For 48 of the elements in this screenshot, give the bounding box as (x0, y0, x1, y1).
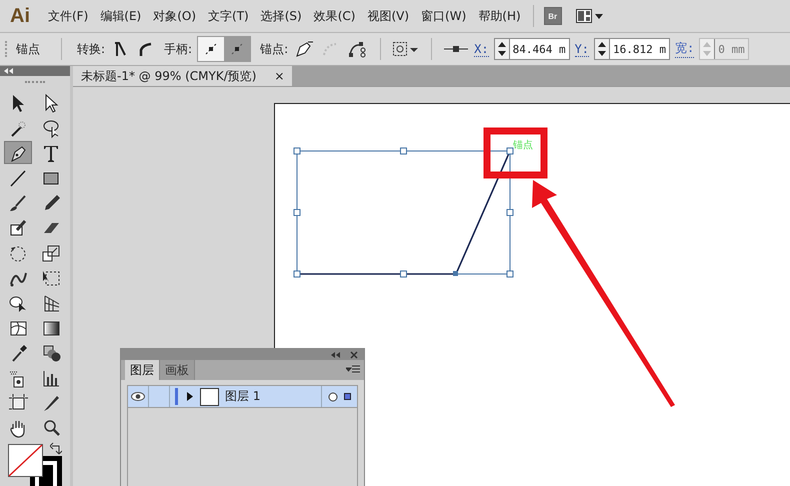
menu-item[interactable]: 编辑(E) (94, 8, 148, 24)
collapse-icon[interactable] (331, 352, 341, 358)
x-field[interactable]: 84.464 m (494, 38, 570, 60)
selected-shape-drawing[interactable] (294, 148, 514, 278)
pen-minus-icon[interactable] (293, 39, 316, 59)
menu-item[interactable]: 帮助(H) (472, 8, 527, 24)
isolate-dropdown-icon[interactable] (392, 40, 420, 58)
menu-item[interactable]: 文字(T) (202, 8, 255, 24)
collapse-icon[interactable] (4, 68, 14, 74)
bridge-button[interactable]: Br (544, 7, 562, 25)
convert-label: 转换: (77, 40, 106, 58)
swap-arrows-icon[interactable] (50, 442, 62, 456)
target-circle-icon[interactable] (328, 392, 338, 402)
close-icon[interactable] (350, 350, 358, 358)
document-tab[interactable]: 未标题-1* @ 99% (CMYK/预览) × (73, 66, 292, 86)
highlight-frame (484, 128, 548, 178)
stepper-arrows-icon[interactable] (597, 40, 608, 58)
layer-row[interactable]: 图层 1 (128, 386, 357, 408)
eye-icon[interactable] (131, 392, 145, 401)
menu-item[interactable]: 文件(F) (42, 8, 94, 24)
menu-item[interactable]: 对象(O) (147, 8, 202, 24)
show-handles-button[interactable] (198, 37, 224, 61)
handles-label: 手柄: (164, 40, 192, 58)
reference-point-icon[interactable] (443, 44, 470, 54)
close-tab-button[interactable]: × (274, 69, 284, 83)
anchor-hint-label: 锚点 (513, 138, 533, 152)
panel-tab[interactable]: 画板 (160, 360, 195, 380)
menu-item[interactable]: 效果(C) (308, 8, 362, 24)
pen-nib-icon[interactable] (4, 141, 32, 164)
y-label: Y: (574, 42, 590, 56)
layer-name: 图层 1 (225, 388, 260, 405)
app-logo: Ai (10, 4, 30, 28)
width-label: 宽: (675, 40, 694, 58)
hide-handles-button[interactable] (224, 37, 250, 61)
workspace-layout-icon[interactable] (576, 9, 604, 23)
panel-tab[interactable]: 图层 (125, 360, 160, 380)
stepper-arrows-icon[interactable] (496, 40, 507, 58)
expand-triangle-icon[interactable] (186, 392, 194, 401)
panel-menu-icon[interactable] (346, 365, 360, 375)
selection-type-label: 锚点 (16, 40, 40, 58)
layer-thumbnail (200, 388, 219, 406)
y-field[interactable]: 16.812 m (594, 38, 670, 60)
anchors-label: 锚点: (260, 40, 288, 58)
menu-item[interactable]: 窗口(W) (415, 8, 472, 24)
menu-item[interactable]: 视图(V) (361, 8, 416, 24)
menu-item[interactable]: 选择(S) (254, 8, 308, 24)
x-label: X: (474, 42, 489, 56)
selection-square-icon[interactable] (344, 393, 351, 400)
